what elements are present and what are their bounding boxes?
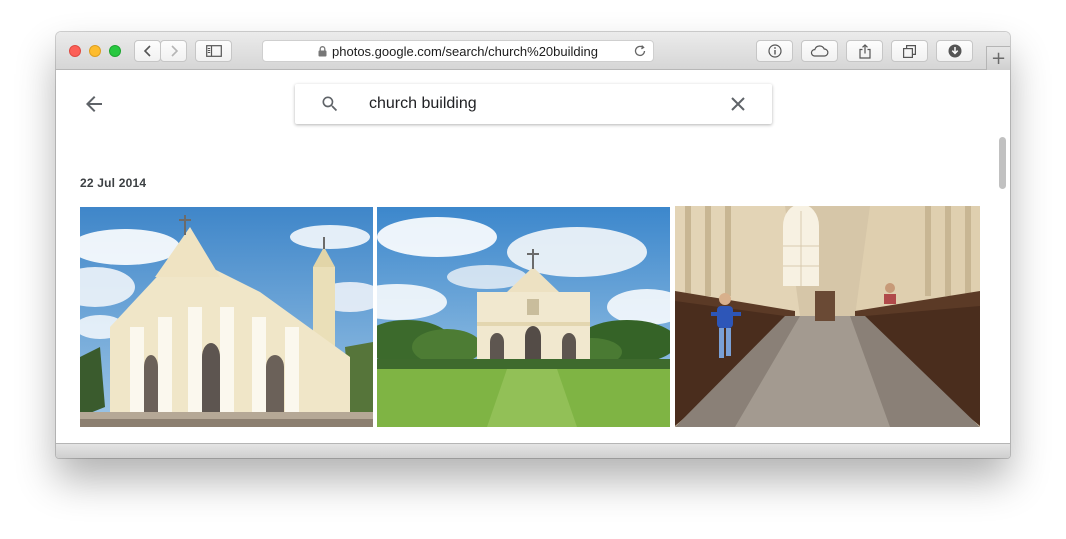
photo-thumbnail[interactable] [80,207,373,427]
church-photo-3 [675,206,980,427]
church-photo-1 [80,207,373,427]
sidebar-icon [205,45,222,57]
new-tab-button[interactable]: + [986,46,1010,70]
photo-thumbnail[interactable] [675,206,980,427]
browser-window: photos.google.com/search/church%20buildi… [56,32,1010,458]
address-bar[interactable]: photos.google.com/search/church%20buildi… [262,40,654,62]
icloud-button[interactable] [801,40,838,62]
date-header: 22 Jul 2014 [80,176,147,190]
tabs-overview-button[interactable] [891,40,928,62]
arrow-back-icon [86,96,102,112]
zoom-window-button[interactable] [109,45,121,57]
back-nav-button[interactable] [134,40,161,62]
info-icon [767,44,782,58]
window-bottom-bar [56,443,1010,458]
search-icon[interactable] [320,94,340,114]
chevron-right-icon [170,45,178,57]
page-scrollbar[interactable] [994,132,1010,443]
cloud-icon [810,45,829,57]
forward-nav-button[interactable] [160,40,187,62]
download-icon [948,44,961,58]
minimize-window-button[interactable] [89,45,101,57]
church-photo-2 [377,207,670,427]
sidebar-button[interactable] [195,40,232,62]
info-button[interactable] [756,40,793,62]
share-icon [858,43,871,59]
lock-icon [318,45,327,56]
url-text: photos.google.com/search/church%20buildi… [332,43,598,59]
share-button[interactable] [846,40,883,62]
reload-icon[interactable] [633,44,647,58]
search-input[interactable] [369,84,699,124]
scrollbar-thumb[interactable] [999,137,1006,189]
photo-thumbnail[interactable] [377,207,670,427]
downloads-button[interactable] [936,40,973,62]
close-window-button[interactable] [69,45,81,57]
tabs-icon [903,44,916,58]
browser-toolbar: photos.google.com/search/church%20buildi… [56,32,1010,70]
chevron-left-icon [143,45,151,57]
page-content: 22 Jul 2014 [56,70,1010,443]
search-box [295,84,772,124]
back-button[interactable] [82,92,106,116]
close-icon[interactable] [730,96,746,112]
